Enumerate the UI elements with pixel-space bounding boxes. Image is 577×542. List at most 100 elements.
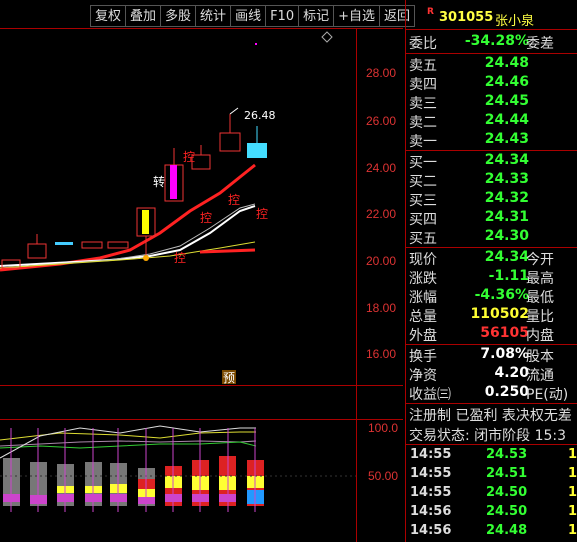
sell4-label: 卖四 <box>409 77 437 93</box>
sell3-row[interactable]: 卖三 24.45 <box>408 93 577 112</box>
buy2-price: 24.33 <box>484 171 529 187</box>
high-pointer <box>229 107 239 115</box>
buy1-row[interactable]: 买一 24.34 <box>408 152 577 171</box>
stat-turnover-row: 换手 7.08% 股本 <box>408 346 577 365</box>
toolbar-fuquan-button[interactable]: 复权 <box>90 5 126 27</box>
stat-pct-row: 涨幅 -4.36% 最低 <box>408 287 577 306</box>
stock-name: 张小泉 <box>495 14 535 29</box>
toolbar-add-favorite-button[interactable]: +自选 <box>333 5 380 27</box>
sell1-label: 卖一 <box>409 134 437 150</box>
stat-volratio-label: 量比 <box>526 309 554 325</box>
buy4-label: 买四 <box>409 212 437 228</box>
ma-red-short <box>199 248 256 254</box>
info-registration: 注册制 已盈利 表决权无差 <box>409 408 572 424</box>
sell4-row[interactable]: 卖四 24.46 <box>408 74 577 93</box>
indicator-ticks <box>10 428 256 512</box>
weibi-divider <box>406 53 577 54</box>
stat-eps-row: 收益㈢ 0.250 PE(动) <box>408 384 577 403</box>
buy2-label: 买二 <box>409 174 437 190</box>
yu-label: 预 <box>223 371 235 385</box>
indicator-bars <box>3 456 264 506</box>
weibi-row: 委比 -34.28% 委差 <box>408 33 577 52</box>
stock-code: 301055 <box>439 10 494 25</box>
orderbook-divider <box>406 150 577 151</box>
price-label-16: 16.00 <box>366 347 397 361</box>
buy3-label: 买三 <box>409 193 437 209</box>
toolbar-f10-button[interactable]: F10 <box>265 5 299 27</box>
toolbar-mark-button[interactable]: 标记 <box>298 5 334 27</box>
stat-volume-row: 总量 110502 量比 <box>408 306 577 325</box>
tick-qty: 1 <box>568 504 577 519</box>
sell2-row[interactable]: 卖二 24.44 <box>408 112 577 131</box>
stat-price-label: 现价 <box>409 252 437 268</box>
ctrl-label-1: 控 <box>183 150 195 164</box>
toolbar-overlay-button[interactable]: 叠加 <box>125 5 161 27</box>
price-label-26: 26.00 <box>366 114 397 128</box>
stat-pct-value: -4.36% <box>474 287 529 303</box>
toolbar-stats-button[interactable]: 统计 <box>195 5 231 27</box>
tick-price: 24.51 <box>486 466 528 481</box>
buy4-row[interactable]: 买四 24.31 <box>408 209 577 228</box>
price-axis-border <box>356 28 357 542</box>
stock-header: R 301055 张小泉 <box>405 5 577 29</box>
buy1-price: 24.34 <box>484 152 529 168</box>
sell1-row[interactable]: 卖一 24.43 <box>408 131 577 150</box>
price-label-22: 22.00 <box>366 207 397 221</box>
buy1-label: 买一 <box>409 155 437 171</box>
buy2-row[interactable]: 买二 24.33 <box>408 171 577 190</box>
high-annotation: 26.48 <box>244 109 276 122</box>
turn-label: 转 <box>153 174 165 189</box>
toolbar: 复权 叠加 多股 统计 画线 F10 标记 +自选 返回 <box>90 5 416 27</box>
sell2-price: 24.44 <box>484 112 529 128</box>
candles <box>1 114 267 269</box>
stat-netasset-value: 4.20 <box>494 365 529 381</box>
stat-low-label: 最低 <box>526 290 554 306</box>
tick-row: 14:55 24.53 1 <box>408 447 577 466</box>
tick-qty: 1 <box>568 447 577 462</box>
ma-red-line <box>0 163 256 272</box>
stat-change-value: -1.11 <box>488 268 529 284</box>
tick-row: 14:56 24.48 1 <box>408 523 577 542</box>
stat-pct-label: 涨幅 <box>409 290 437 306</box>
stat-open-label: 今开 <box>526 252 554 268</box>
tick-qty: 1 <box>568 523 577 538</box>
stat-pe-label: PE(动) <box>526 387 569 403</box>
stat-eps-value: 0.250 <box>484 384 529 400</box>
stat-price-row: 现价 24.34 今开 <box>408 249 577 268</box>
diamond-icon[interactable] <box>321 31 333 43</box>
sell1-price: 24.43 <box>484 131 529 147</box>
sell5-label: 卖五 <box>409 58 437 74</box>
buy-divider <box>406 247 577 248</box>
sell4-price: 24.46 <box>484 74 529 90</box>
ctrl-label-5: 控 <box>174 251 186 265</box>
tick-price: 24.50 <box>486 504 528 519</box>
kline-chart[interactable]: 26.48 转 控 控 控 控 控 预 <box>0 28 356 542</box>
tick-price: 24.50 <box>486 485 528 500</box>
stat-change-row: 涨跌 -1.11 最高 <box>408 268 577 287</box>
weibi-label: 委比 <box>409 36 437 52</box>
ctrl-label-2: 控 <box>228 193 240 207</box>
buy3-row[interactable]: 买三 24.32 <box>408 190 577 209</box>
toolbar-multi-stock-button[interactable]: 多股 <box>160 5 196 27</box>
buy5-price: 24.30 <box>484 228 529 244</box>
toolbar-draw-line-button[interactable]: 画线 <box>230 5 266 27</box>
tick-time: 14:55 <box>410 485 452 500</box>
stat-outer-row: 外盘 56105 内盘 <box>408 325 577 344</box>
stat-outer-value: 56105 <box>480 325 529 341</box>
sell3-price: 24.45 <box>484 93 529 109</box>
stats-divider <box>406 344 577 345</box>
weicha-label: 委差 <box>526 36 554 52</box>
tick-time: 14:55 <box>410 447 452 462</box>
stat-netasset-label: 净资 <box>409 368 437 384</box>
price-label-18: 18.00 <box>366 301 397 315</box>
sell5-price: 24.48 <box>484 55 529 71</box>
sell5-row[interactable]: 卖五 24.48 <box>408 55 577 74</box>
buy3-price: 24.32 <box>484 190 529 206</box>
stat-eps-label: 收益㈢ <box>409 387 451 403</box>
stat-capital-label: 股本 <box>526 349 554 365</box>
stat-price-value: 24.34 <box>484 249 529 265</box>
buy4-price: 24.31 <box>484 209 529 225</box>
tick-qty: 1 <box>568 466 577 481</box>
stat-high-label: 最高 <box>526 271 554 287</box>
buy5-row[interactable]: 买五 24.30 <box>408 228 577 247</box>
